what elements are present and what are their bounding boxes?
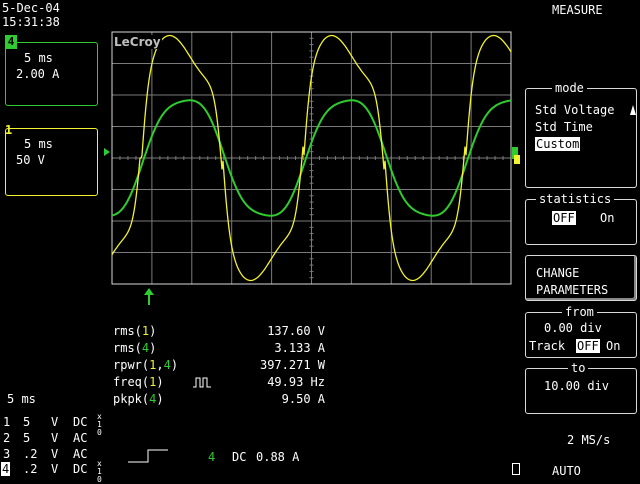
channel-4-badge: 4 bbox=[5, 35, 17, 49]
statistics-on[interactable]: On bbox=[600, 211, 614, 225]
lecroy-logo: LeCroy bbox=[113, 35, 162, 49]
statistics-menu[interactable]: statistics OFF On bbox=[525, 192, 637, 245]
track-label: Track bbox=[529, 339, 566, 353]
change-parameters-button[interactable]: CHANGE PARAMETERS bbox=[525, 255, 637, 301]
track-on[interactable]: On bbox=[606, 339, 620, 353]
measurement-row: rms(4) 3.133 A bbox=[113, 341, 325, 355]
track-off[interactable]: OFF bbox=[576, 339, 600, 353]
trigger-slope-icon bbox=[128, 449, 168, 463]
trigger-channel: 4 bbox=[208, 450, 216, 464]
timebase-label: 5 ms bbox=[7, 392, 36, 406]
channel-1-timebase: 5 ms bbox=[24, 137, 53, 151]
acquisition-indicator-icon bbox=[512, 463, 520, 475]
channel-1-box[interactable]: 1 5 ms 50 V bbox=[5, 123, 98, 196]
channel-1-badge: 1 bbox=[5, 123, 13, 137]
pulse-icon bbox=[193, 377, 211, 388]
to-title: to bbox=[568, 361, 589, 375]
trigger-level: 0.88 A bbox=[256, 450, 300, 464]
graticule bbox=[111, 31, 512, 285]
channel-4-scale: 2.00 A bbox=[16, 67, 60, 81]
from-value: 0.00 div bbox=[544, 321, 602, 335]
waveform-display bbox=[104, 31, 520, 285]
date-label: 5-Dec-04 bbox=[2, 1, 60, 15]
channel-1-level-marker bbox=[514, 155, 520, 164]
to-value: 10.00 div bbox=[544, 379, 610, 393]
from-title: from bbox=[562, 305, 597, 319]
measurement-row: freq(1) 49.93 Hz bbox=[113, 375, 325, 389]
trigger-position-arrow-icon bbox=[144, 288, 154, 305]
mode-option-std-voltage[interactable]: Std Voltage bbox=[535, 103, 614, 117]
change-parameters-line2: PARAMETERS bbox=[536, 283, 609, 297]
trigger-coupling: DC bbox=[232, 450, 247, 464]
statistics-off[interactable]: OFF bbox=[552, 211, 576, 225]
scroll-arrow-icon bbox=[630, 105, 636, 115]
from-menu[interactable]: from 0.00 div Track OFF On bbox=[525, 305, 637, 358]
mode-option-custom[interactable]: Custom bbox=[535, 137, 581, 151]
channel-4-timebase: 5 ms bbox=[24, 51, 53, 65]
ground-marker-left bbox=[104, 148, 110, 156]
time-label: 15:31:38 bbox=[2, 15, 60, 29]
panel-title: MEASURE bbox=[552, 3, 603, 17]
change-parameters-line1: CHANGE bbox=[536, 266, 580, 280]
mode-menu[interactable]: mode Std Voltage Std Time Custom bbox=[525, 81, 637, 188]
mode-title: mode bbox=[552, 81, 587, 95]
channel-1-scale: 50 V bbox=[16, 153, 45, 167]
sample-rate: 2 MS/s bbox=[567, 433, 611, 447]
measurement-row: pkpk(4) 9.50 A bbox=[113, 392, 325, 406]
channel-4-box[interactable]: 4 5 ms 2.00 A bbox=[5, 35, 98, 106]
measurement-row: rpwr(1,4) 397.271 W bbox=[113, 358, 325, 372]
to-menu[interactable]: to 10.00 div bbox=[525, 361, 637, 414]
mode-option-std-time[interactable]: Std Time bbox=[535, 120, 593, 134]
statistics-title: statistics bbox=[536, 192, 615, 206]
measurement-row: rms(1) 137.60 V bbox=[113, 324, 325, 338]
trigger-mode: AUTO bbox=[552, 464, 581, 478]
